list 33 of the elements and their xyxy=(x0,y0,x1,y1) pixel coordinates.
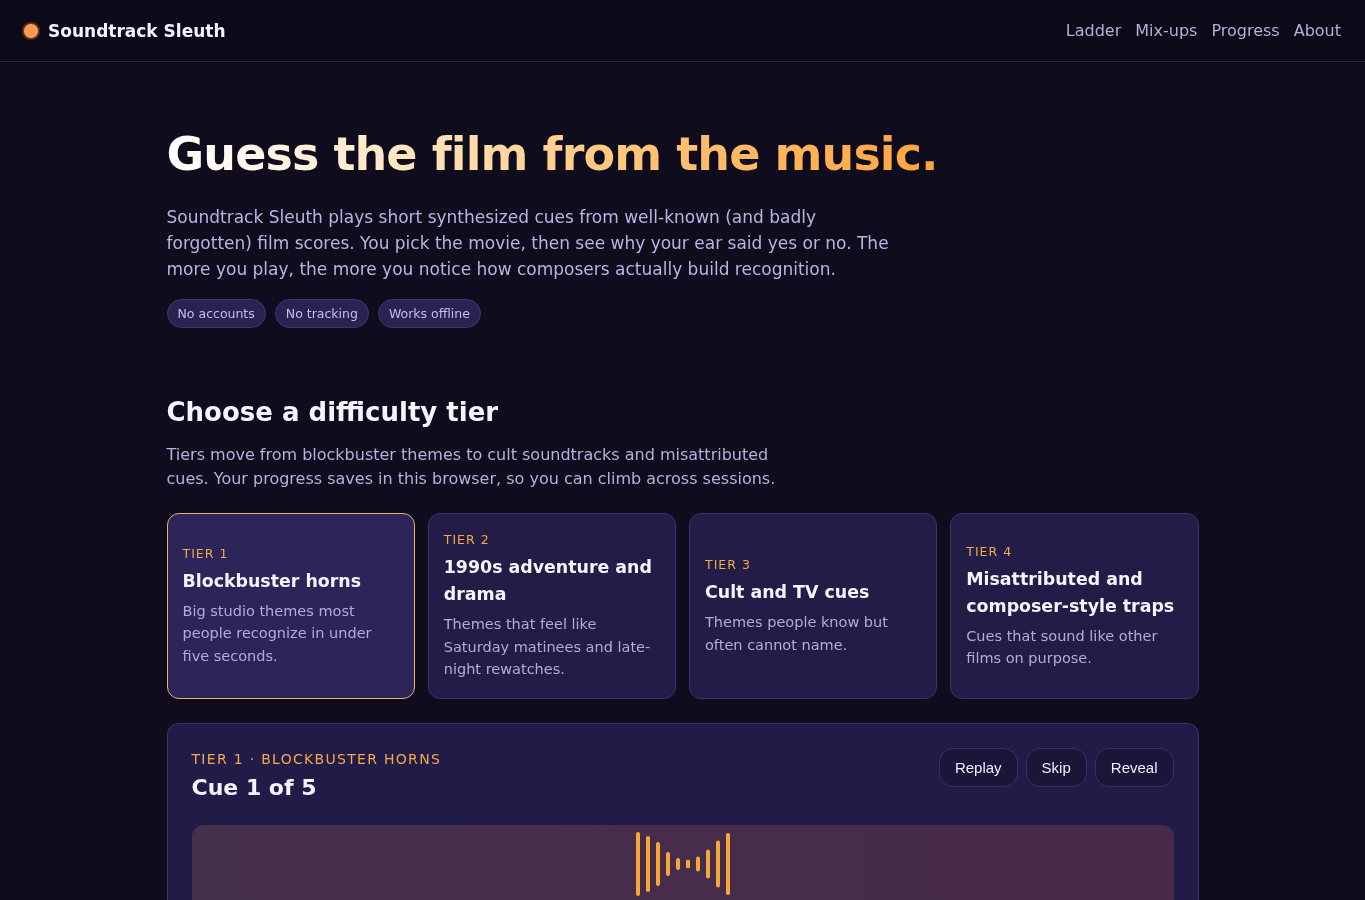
tier-title: Misattributed and composer-style traps xyxy=(966,567,1176,618)
tier-label: TIER 3 xyxy=(705,556,752,574)
feature-chip: No tracking xyxy=(274,299,369,328)
action-button[interactable]: Replay xyxy=(938,748,1018,787)
tier-card[interactable]: TIER 2 1990s adventure and drama Themes that feel like Saturday matinees and late-night rewatches. xyxy=(427,513,676,699)
tier-label: TIER 2 xyxy=(443,531,491,550)
brand-name: Soundtrack Sleuth xyxy=(48,20,226,41)
intro-paragraph: Soundtrack Sleuth plays short synthesized cues from well-known (and badly forgotten) film scores. You pick the movie, then see why your ear said yes or no. The more you play, the more you notice how composers actually build recognition. xyxy=(166,206,890,281)
tier-card[interactable]: TIER 1 Blockbuster horns Big studio themes most people recognize in under five seconds. xyxy=(166,513,415,699)
tier-title: 1990s adventure and drama xyxy=(443,556,653,607)
tier-card[interactable]: TIER 4 Misattributed and composer-style traps Cues that sound like other films on purpose. xyxy=(950,513,1199,699)
tier-label: TIER 1 xyxy=(182,544,230,563)
dot-icon xyxy=(21,20,41,41)
tier-card[interactable]: TIER 3 Cult and TV cues Themes people know but often cannot name. xyxy=(689,513,938,699)
nav-link[interactable]: Progress xyxy=(1211,21,1280,40)
section-title: Choose a difficulty tier xyxy=(166,396,500,428)
nav-link[interactable]: About xyxy=(1293,21,1341,40)
player-eyebrow: TIER 1 · BLOCKBUSTER HORNS xyxy=(191,750,442,769)
action-button[interactable]: Skip xyxy=(1025,748,1087,787)
section-description: Tiers move from blockbuster themes to cult soundtracks and misattributed cues. Your progress saves in this browser, so you can climb across sessions. xyxy=(166,444,777,490)
tier-description: Themes that feel like Saturday matinees and late-night rewatches. xyxy=(443,615,652,680)
tier-description: Themes people know but often cannot name. xyxy=(705,613,889,655)
tier-description: Cues that sound like other films on purpose. xyxy=(966,626,1159,668)
tier-description: Big studio themes most people recognize in under five seconds. xyxy=(182,601,373,666)
nav-link[interactable]: Mix-ups xyxy=(1135,21,1198,40)
tier-label: TIER 4 xyxy=(966,542,1014,561)
nav-link[interactable]: Ladder xyxy=(1065,21,1122,40)
feature-chip: No accounts xyxy=(166,299,266,328)
action-button[interactable]: Reveal xyxy=(1094,748,1174,787)
feature-chip: Works offline xyxy=(377,299,481,328)
tier-title: Cult and TV cues xyxy=(705,581,871,604)
tier-title: Blockbuster horns xyxy=(182,569,363,593)
cue-title: Cue 1 of 5 xyxy=(191,774,318,802)
